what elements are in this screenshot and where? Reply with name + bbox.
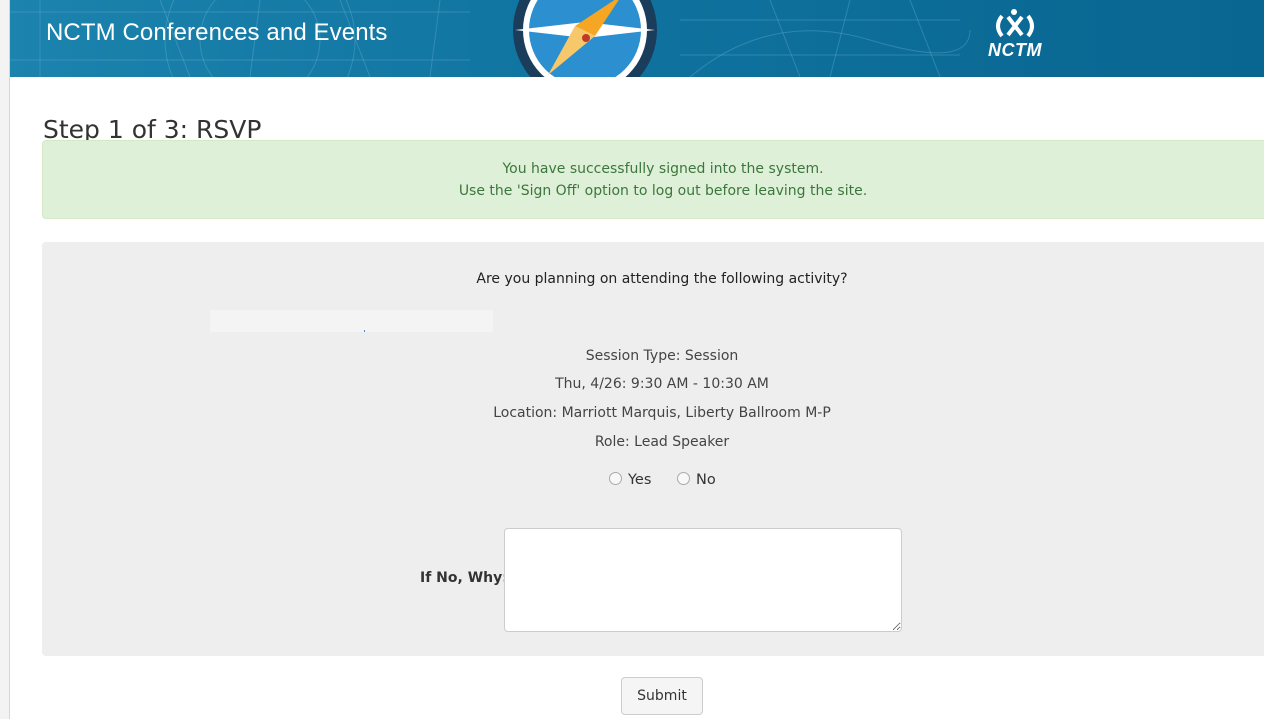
logo-text: NCTM (988, 40, 1042, 60)
rsvp-question: Are you planning on attending the follow… (476, 271, 848, 287)
session-location: Location: Marriott Marquis, Liberty Ball… (493, 405, 831, 421)
radio-no-label: No (696, 472, 716, 488)
site-title[interactable]: NCTM Conferences and Events (46, 19, 388, 47)
radio-yes[interactable]: Yes (609, 472, 651, 488)
radio-yes-circle[interactable] (609, 472, 622, 485)
activity-title-mark (364, 330, 365, 332)
nctm-logo-icon[interactable]: NCTM (976, 4, 1066, 66)
site-header: NCTM Conferences and Events NCTM (10, 0, 1264, 77)
submit-button[interactable]: Submit (621, 677, 703, 715)
why-label: If No, Why: (420, 570, 508, 586)
session-datetime: Thu, 4/26: 9:30 AM - 10:30 AM (555, 376, 769, 392)
session-role: Role: Lead Speaker (594, 434, 730, 450)
why-textarea[interactable] (504, 528, 902, 632)
alert-line-2: Use the 'Sign Off' option to log out bef… (458, 183, 868, 199)
radio-no[interactable]: No (677, 472, 716, 488)
radio-yes-label: Yes (628, 472, 652, 488)
page-left-border (0, 0, 10, 719)
rsvp-panel: Are you planning on attending the follow… (42, 242, 1264, 656)
session-type: Session Type: Session (585, 348, 739, 364)
success-alert: You have successfully signed into the sy… (42, 140, 1264, 219)
compass-icon (513, 0, 657, 77)
alert-line-1: You have successfully signed into the sy… (502, 161, 824, 177)
activity-title-bar (210, 310, 493, 332)
radio-no-circle[interactable] (677, 472, 690, 485)
